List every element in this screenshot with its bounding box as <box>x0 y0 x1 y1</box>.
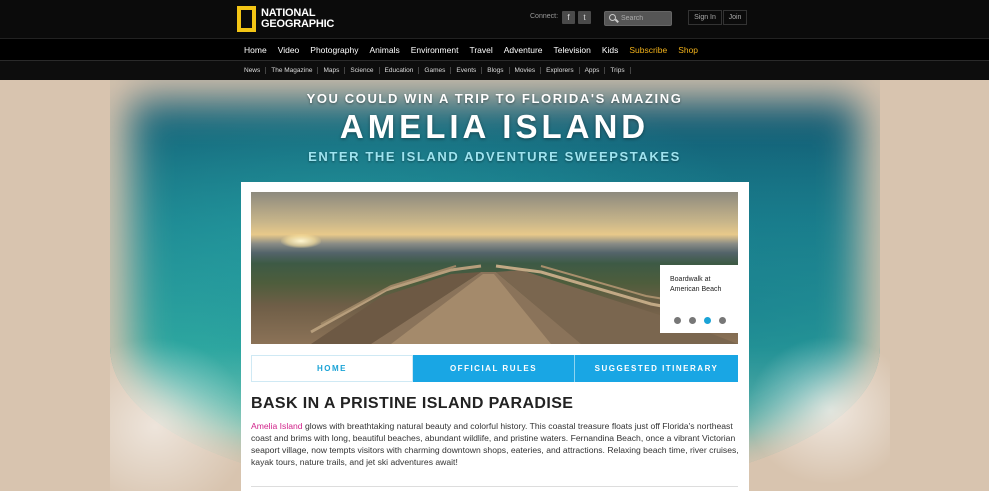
join-button[interactable]: Join <box>723 10 747 25</box>
subnav-item-apps[interactable]: Apps <box>580 67 606 74</box>
tab-home[interactable]: HOME <box>251 355 413 382</box>
article-body: Amelia Island glows with breathtaking na… <box>251 420 741 468</box>
hero-tagline: YOU COULD WIN A TRIP TO FLORIDA'S AMAZIN… <box>306 91 683 106</box>
top-bar: NATIONAL GEOGRAPHIC Connect: f t Sign In… <box>0 0 989 38</box>
search-icon[interactable] <box>609 13 618 24</box>
nav-item-environment[interactable]: Environment <box>411 45 459 55</box>
subnav-item-science[interactable]: Science <box>345 67 380 74</box>
subnav-item-trips[interactable]: Trips <box>605 67 631 74</box>
nav-item-kids[interactable]: Kids <box>602 45 619 55</box>
wave-foam-right <box>740 330 890 491</box>
nav-item-video[interactable]: Video <box>278 45 300 55</box>
search-input[interactable] <box>621 15 671 22</box>
page-tabs: HOME OFFICIAL RULES SUGGESTED ITINERARY <box>251 355 738 382</box>
subnav-item-magazine[interactable]: The Magazine <box>266 67 319 74</box>
tab-official-rules[interactable]: OFFICIAL RULES <box>413 355 575 382</box>
tab-suggested-itinerary[interactable]: SUGGESTED ITINERARY <box>575 355 738 382</box>
subnav-item-news[interactable]: News <box>244 67 267 74</box>
connect-label: Connect: <box>530 13 559 20</box>
slide-dot-1[interactable] <box>674 317 681 324</box>
logo-line-2: GEOGRAPHIC <box>261 18 335 30</box>
slideshow[interactable]: Boardwalk at American Beach <box>251 192 738 344</box>
slide-dots <box>674 317 734 324</box>
sign-in-button[interactable]: Sign In <box>688 10 722 25</box>
hero-subtitle: ENTER THE ISLAND ADVENTURE SWEEPSTAKES <box>308 149 681 164</box>
subnav-item-explorers[interactable]: Explorers <box>541 67 580 74</box>
main-nav: Home Video Photography Animals Environme… <box>0 38 989 60</box>
nav-item-adventure[interactable]: Adventure <box>504 45 543 55</box>
nav-item-travel[interactable]: Travel <box>469 45 492 55</box>
slide-dot-4[interactable] <box>719 317 726 324</box>
slide-dot-2[interactable] <box>689 317 696 324</box>
slide-caption: Boardwalk at American Beach <box>670 276 722 293</box>
nav-item-television[interactable]: Television <box>554 45 591 55</box>
natgeo-logo[interactable]: NATIONAL GEOGRAPHIC <box>237 6 334 32</box>
subnav-item-education[interactable]: Education <box>380 67 420 74</box>
twitter-icon[interactable]: t <box>578 11 591 24</box>
subnav-item-events[interactable]: Events <box>451 67 483 74</box>
content-divider <box>251 486 738 487</box>
subnav-item-maps[interactable]: Maps <box>318 67 346 74</box>
amelia-island-link[interactable]: Amelia Island <box>251 421 303 431</box>
subnav-item-blogs[interactable]: Blogs <box>482 67 510 74</box>
nav-item-subscribe[interactable]: Subscribe <box>629 45 667 55</box>
search-box[interactable] <box>604 11 672 26</box>
content-card: Boardwalk at American Beach HOME OFFICIA… <box>241 182 749 491</box>
article-body-text: glows with breathtaking natural beauty a… <box>251 421 739 467</box>
slide-dot-3[interactable] <box>704 317 711 324</box>
slide-caption-panel: Boardwalk at American Beach <box>660 265 738 333</box>
nav-item-photography[interactable]: Photography <box>310 45 358 55</box>
nav-item-animals[interactable]: Animals <box>369 45 399 55</box>
logo-yellow-frame-icon <box>237 6 256 32</box>
nav-item-home[interactable]: Home <box>244 45 267 55</box>
sub-nav: News The Magazine Maps Science Education… <box>0 60 989 80</box>
wave-foam-left <box>110 330 260 491</box>
article-headline: BASK IN A PRISTINE ISLAND PARADISE <box>251 395 574 412</box>
subnav-item-games[interactable]: Games <box>419 67 452 74</box>
subnav-item-movies[interactable]: Movies <box>510 67 542 74</box>
hero-title: AMELIA ISLAND <box>339 108 650 145</box>
facebook-icon[interactable]: f <box>562 11 575 24</box>
nav-item-shop[interactable]: Shop <box>678 45 698 55</box>
